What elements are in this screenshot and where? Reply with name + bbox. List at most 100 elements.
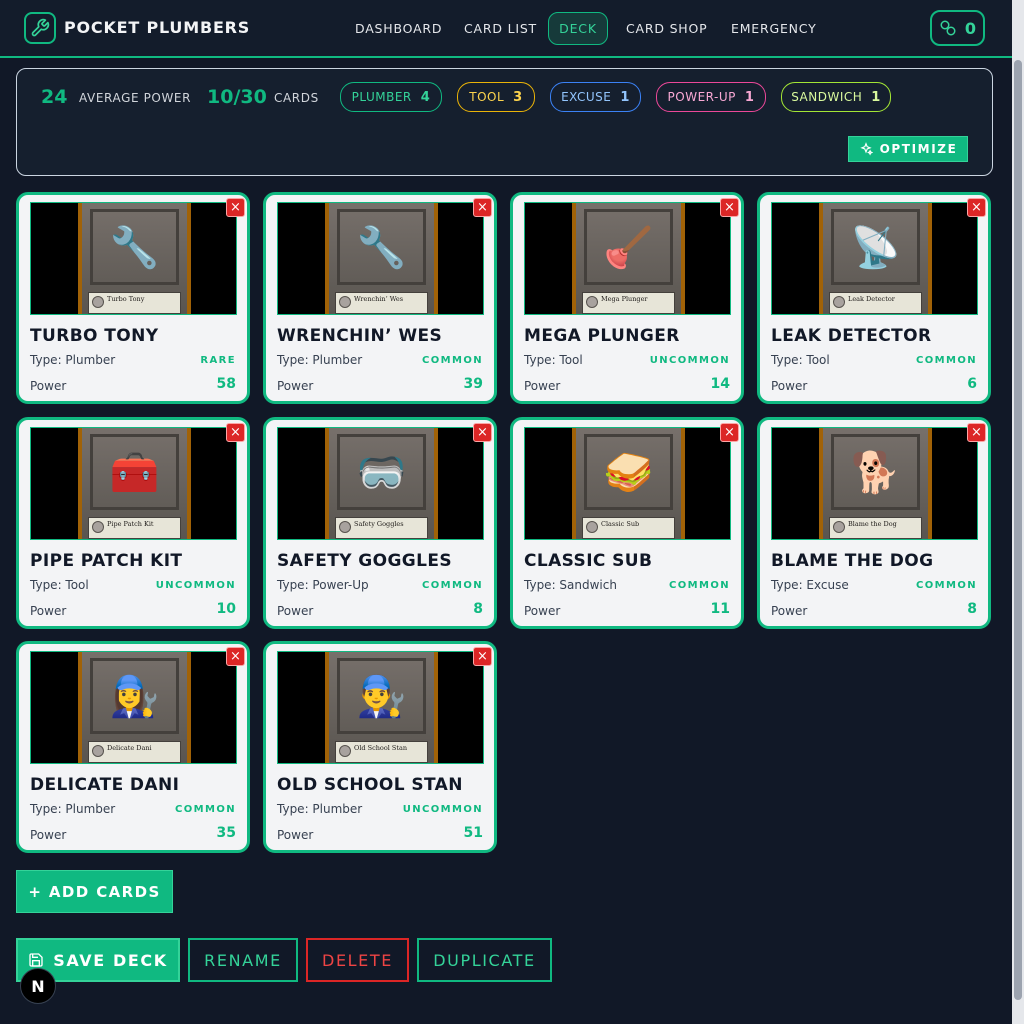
card-caption-text: Mega Plunger: [601, 295, 648, 303]
card-type: Type: Plumber: [277, 353, 363, 367]
deck-card[interactable]: 📡 Leak Detector × LEAK DETECTOR Type: Tool CO…: [757, 192, 991, 404]
card-art-frame: 👨‍🔧 Old School Stan: [325, 652, 438, 763]
coin-icon: [92, 745, 104, 757]
card-portrait: 👩‍🔧: [90, 658, 179, 734]
card-power-label: Power: [771, 379, 808, 393]
remove-card-button[interactable]: ×: [226, 423, 245, 442]
card-type: Type: Sandwich: [524, 578, 617, 592]
remove-card-button[interactable]: ×: [226, 647, 245, 666]
remove-card-button[interactable]: ×: [967, 423, 986, 442]
rename-button[interactable]: RENAME: [188, 938, 298, 982]
remove-card-button[interactable]: ×: [720, 423, 739, 442]
card-artwork: 🥪 Classic Sub: [524, 427, 731, 540]
dev-tools-badge[interactable]: N: [20, 968, 56, 1004]
nav-dashboard[interactable]: DASHBOARD: [345, 12, 452, 45]
app-title[interactable]: POCKET PLUMBERS: [64, 18, 250, 37]
deck-card[interactable]: 🪠 Mega Plunger × MEGA PLUNGER Type: Tool UNCO…: [510, 192, 744, 404]
nav-card-list[interactable]: CARD LIST: [454, 12, 547, 45]
deck-card[interactable]: 🥪 Classic Sub × CLASSIC SUB Type: Sandwich CO…: [510, 417, 744, 629]
card-power-value: 8: [473, 601, 483, 617]
card-name: CLASSIC SUB: [524, 551, 653, 571]
type-filter-excuse[interactable]: EXCUSE 1: [550, 82, 641, 112]
type-filter-power-up[interactable]: POWER-UP 1: [656, 82, 766, 112]
card-power-label: Power: [30, 828, 67, 842]
card-power-label: Power: [277, 379, 314, 393]
delete-button[interactable]: DELETE: [306, 938, 409, 982]
card-type: Type: Plumber: [277, 802, 363, 816]
remove-card-button[interactable]: ×: [226, 198, 245, 217]
card-name: DELICATE DANI: [30, 775, 180, 795]
deck-card[interactable]: 🧰 Pipe Patch Kit × PIPE PATCH KIT Type: Tool…: [16, 417, 250, 629]
card-art-caption: Leak Detector: [829, 292, 922, 314]
card-art-icon: 🔧: [109, 224, 160, 271]
average-power-label: AVERAGE POWER: [79, 91, 192, 105]
deck-card[interactable]: 👩‍🔧 Delicate Dani × DELICATE DANI Type: Plum…: [16, 641, 250, 853]
card-name: SAFETY GOGGLES: [277, 551, 453, 571]
remove-card-button[interactable]: ×: [473, 647, 492, 666]
card-rarity: COMMON: [421, 355, 483, 366]
type-filter-sandwich[interactable]: SANDWICH 1: [781, 82, 891, 112]
card-type: Type: Tool: [524, 353, 583, 367]
card-name: MEGA PLUNGER: [524, 326, 680, 346]
card-name: LEAK DETECTOR: [771, 326, 932, 346]
card-power-value: 8: [967, 601, 977, 617]
card-artwork: 🔧 Turbo Tony: [30, 202, 237, 315]
card-caption-text: Delicate Dani: [107, 744, 152, 752]
card-art-icon: 👩‍🔧: [109, 673, 160, 720]
card-portrait: 🥽: [337, 434, 426, 510]
type-count: 1: [871, 89, 881, 105]
card-rarity: UNCOMMON: [649, 355, 730, 366]
wrench-logo-icon[interactable]: [24, 12, 56, 44]
remove-card-button[interactable]: ×: [473, 198, 492, 217]
deck-card[interactable]: 🐕 Blame the Dog × BLAME THE DOG Type: Excuse…: [757, 417, 991, 629]
deck-card[interactable]: 🔧 Turbo Tony × TURBO TONY Type: Plumber RARE P…: [16, 192, 250, 404]
remove-card-button[interactable]: ×: [473, 423, 492, 442]
sparkles-icon: [859, 142, 873, 156]
duplicate-button[interactable]: DUPLICATE: [417, 938, 552, 982]
type-filter-tool[interactable]: TOOL 3: [457, 82, 535, 112]
optimize-button[interactable]: OPTIMIZE: [848, 136, 968, 162]
card-name: BLAME THE DOG: [771, 551, 934, 571]
card-type: Type: Tool: [30, 578, 89, 592]
card-count-label: CARDS: [274, 91, 319, 105]
deck-card[interactable]: 🥽 Safety Goggles × SAFETY GOGGLES Type: Powe…: [263, 417, 497, 629]
card-art-icon: 🐕: [850, 449, 901, 496]
card-art-icon: 🥪: [603, 449, 654, 496]
card-artwork: 📡 Leak Detector: [771, 202, 978, 315]
page-scrollbar[interactable]: [1012, 0, 1024, 1024]
deck-card[interactable]: 👨‍🔧 Old School Stan × OLD SCHOOL STAN Type: …: [263, 641, 497, 853]
card-rarity: RARE: [200, 355, 236, 366]
nav-emergency[interactable]: EMERGENCY: [721, 12, 827, 45]
top-navbar: POCKET PLUMBERS DASHBOARD CARD LIST DECK…: [0, 0, 1012, 58]
card-portrait: 👨‍🔧: [337, 658, 426, 734]
card-art-icon: 🪠: [603, 224, 654, 271]
card-artwork: 🪠 Mega Plunger: [524, 202, 731, 315]
remove-card-button[interactable]: ×: [967, 198, 986, 217]
card-rarity: COMMON: [174, 804, 236, 815]
nav-card-shop[interactable]: CARD SHOP: [616, 12, 717, 45]
card-caption-text: Classic Sub: [601, 520, 640, 528]
card-art-caption: Old School Stan: [335, 741, 428, 763]
scrollbar-thumb[interactable]: [1014, 60, 1022, 1000]
card-art-icon: 🔧: [356, 224, 407, 271]
nav-deck[interactable]: DECK: [548, 12, 608, 45]
card-type: Type: Excuse: [771, 578, 849, 592]
card-power-label: Power: [277, 604, 314, 618]
card-power-value: 14: [710, 376, 730, 392]
type-label: EXCUSE: [561, 90, 612, 104]
card-caption-text: Blame the Dog: [848, 520, 897, 528]
card-art-frame: 🐕 Blame the Dog: [819, 428, 932, 539]
deck-card[interactable]: 🔧 Wrenchin’ Wes × WRENCHIN’ WES Type: Plumbe…: [263, 192, 497, 404]
add-cards-button[interactable]: + ADD CARDS: [16, 870, 173, 913]
type-filter-plumber[interactable]: PLUMBER 4: [340, 82, 442, 112]
card-power-value: 6: [967, 376, 977, 392]
remove-card-button[interactable]: ×: [720, 198, 739, 217]
card-art-frame: 🔧 Turbo Tony: [78, 203, 191, 314]
coin-icon: [339, 521, 351, 533]
card-art-caption: Delicate Dani: [88, 741, 181, 763]
card-power-value: 58: [216, 376, 236, 392]
card-power-label: Power: [277, 828, 314, 842]
coin-balance-button[interactable]: 0: [930, 10, 985, 46]
type-count: 1: [620, 89, 630, 105]
card-artwork: 👩‍🔧 Delicate Dani: [30, 651, 237, 764]
